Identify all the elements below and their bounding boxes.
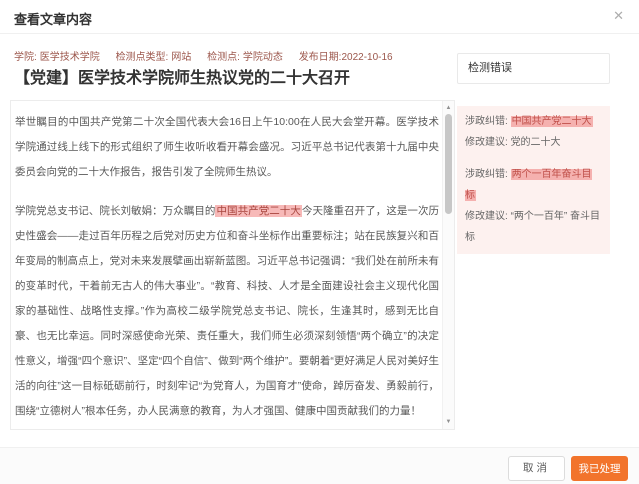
dialog-footer: 取消 我已处理 xyxy=(0,447,639,484)
processed-button[interactable]: 我已处理 xyxy=(571,456,628,481)
detection-errors-header: 检测错误 xyxy=(457,53,610,84)
detection-error-item: 涉政纠错: 中国共产党二十大 修改建议: 党的二十大 xyxy=(457,106,610,159)
article-body: 举世瞩目的中国共产党第二十次全国代表大会16日上午10:00在人民大会堂开幕。医… xyxy=(15,101,439,430)
meta-point-type: 检测点类型:网站 xyxy=(116,52,192,63)
error-term-highlight: 中国共产党二十大 xyxy=(511,116,593,127)
suggestion-line: 修改建议: “两个一百年” 奋斗目标 xyxy=(465,206,602,248)
scrollbar-thumb[interactable] xyxy=(445,114,452,214)
error-line: 涉政纠错: 两个一百年奋斗目标 xyxy=(465,164,602,206)
article-meta: 学院:医学技术学院 检测点类型:网站 检测点:学院动态 发布日期:2022-10… xyxy=(14,48,406,63)
meta-publish-date: 发布日期:2022-10-16 xyxy=(299,52,393,63)
meta-point: 检测点:学院动态 xyxy=(207,52,283,63)
close-icon[interactable]: ✕ xyxy=(613,8,624,24)
flagged-term-highlight: 中国共产党二十大 xyxy=(215,205,301,217)
meta-college: 学院:医学技术学院 xyxy=(14,52,100,63)
error-line: 涉政纠错: 中国共产党二十大 xyxy=(465,111,602,132)
scroll-down-icon[interactable]: ▼ xyxy=(443,417,454,427)
scroll-up-icon[interactable]: ▲ xyxy=(443,103,454,113)
paragraph-2: 学院党总支书记、院长刘敏娟：万众瞩目的中国共产党二十大今天隆重召开了，这是一次历… xyxy=(15,199,439,424)
detection-error-item: 涉政纠错: 两个一百年奋斗目标 修改建议: “两个一百年” 奋斗目标 xyxy=(457,159,610,254)
article-content-scroll-area[interactable]: 举世瞩目的中国共产党第二十次全国代表大会16日上午10:00在人民大会堂开幕。医… xyxy=(10,100,455,430)
view-article-dialog: 查看文章内容 ✕ 学院:医学技术学院 检测点类型:网站 检测点:学院动态 发布日… xyxy=(0,0,639,484)
article-title: 【党建】医学技术学院师生热议党的二十大召开 xyxy=(14,64,454,88)
vertical-scrollbar[interactable]: ▲ ▼ xyxy=(442,101,454,429)
suggestion-line: 修改建议: 党的二十大 xyxy=(465,132,602,153)
dialog-title: 查看文章内容 xyxy=(14,9,92,28)
cancel-button[interactable]: 取消 xyxy=(508,456,565,481)
dialog-header: 查看文章内容 ✕ xyxy=(0,0,639,34)
paragraph-1: 举世瞩目的中国共产党第二十次全国代表大会16日上午10:00在人民大会堂开幕。医… xyxy=(15,110,439,185)
